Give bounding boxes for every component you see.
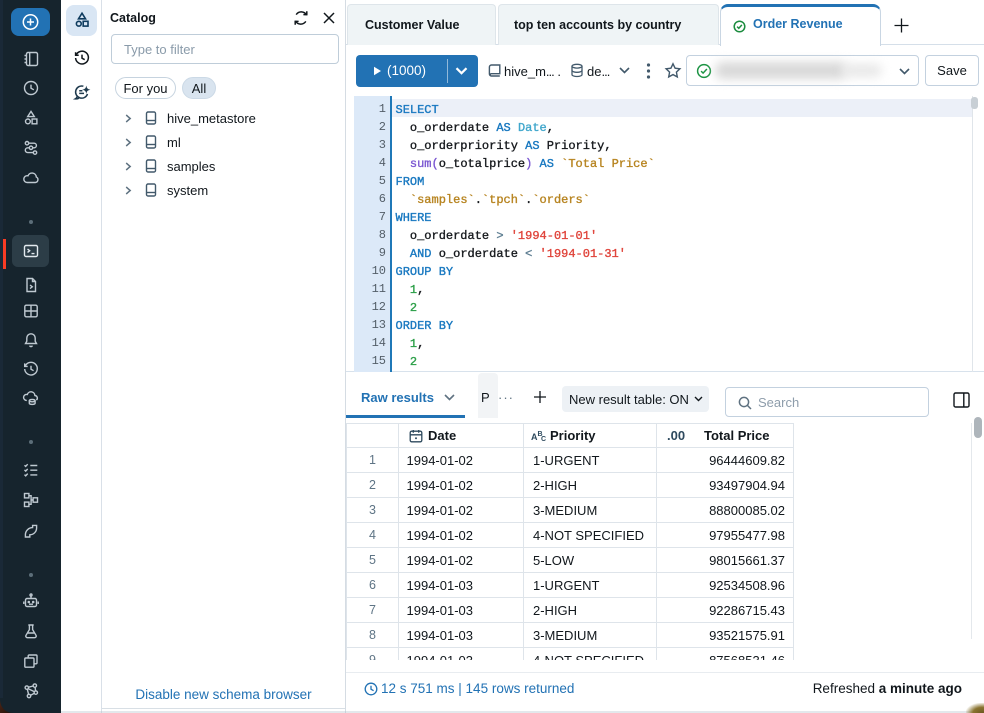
svg-text:C: C <box>541 436 546 443</box>
